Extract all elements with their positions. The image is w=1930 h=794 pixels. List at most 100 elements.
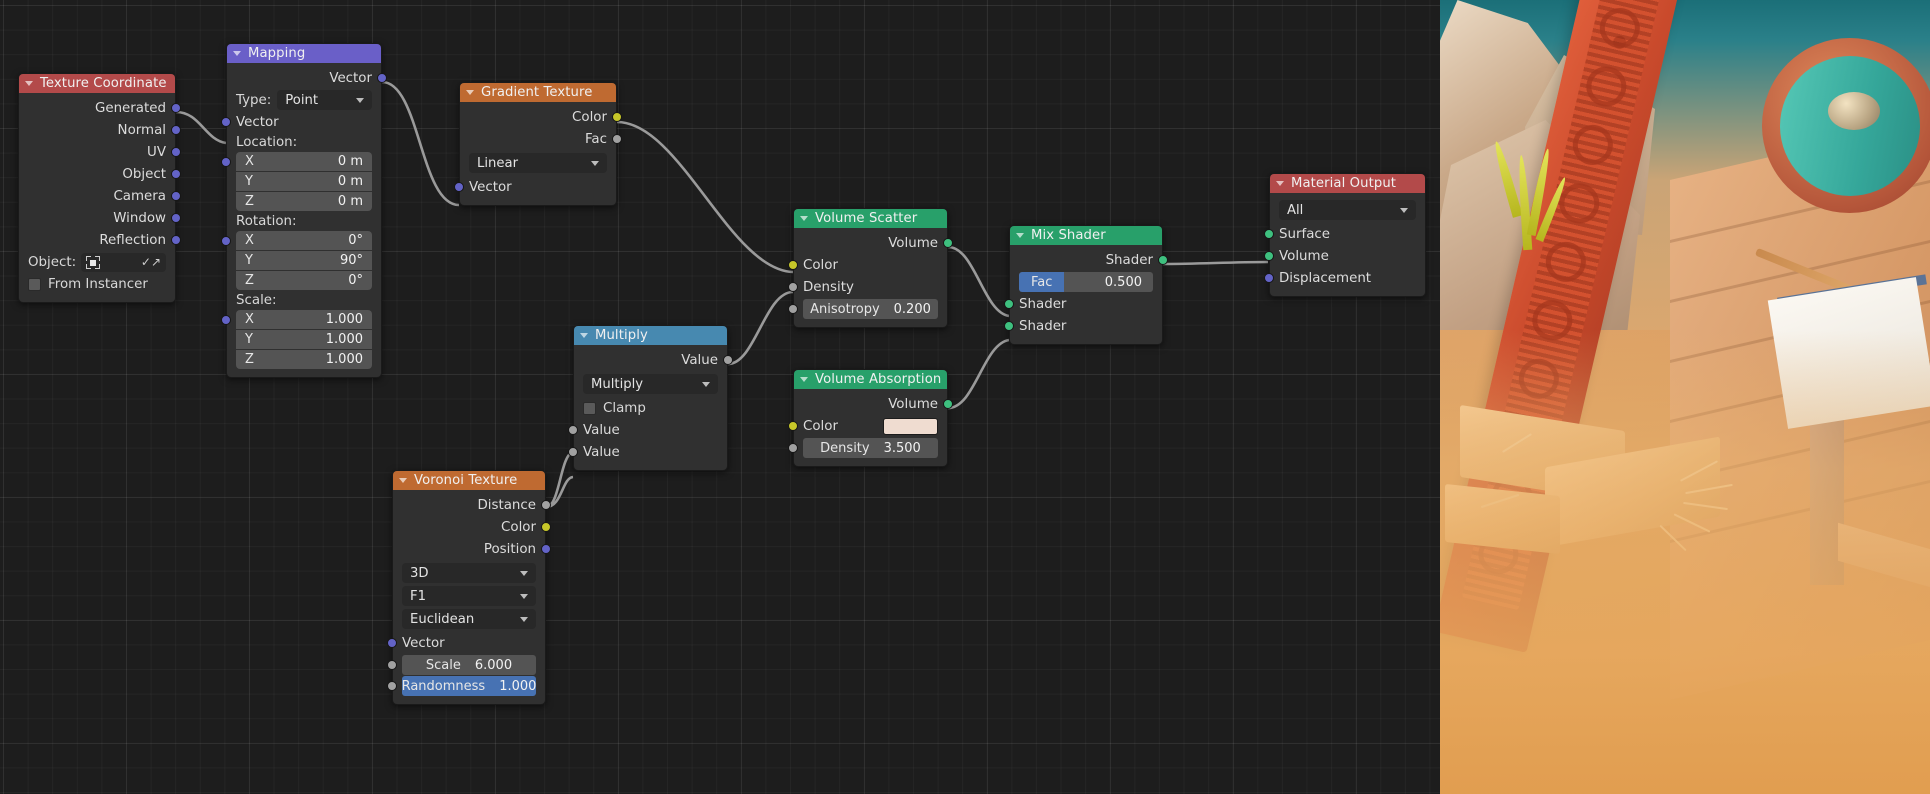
- input-vector[interactable]: Vector: [221, 111, 381, 133]
- collapse-triangle-icon[interactable]: [233, 51, 241, 56]
- output-fac[interactable]: Fac: [460, 128, 622, 150]
- node-volume-absorption[interactable]: Volume Absorption Volume Color Density 3…: [788, 369, 953, 467]
- output-uv[interactable]: UV: [19, 141, 181, 163]
- socket-distance[interactable]: [541, 500, 551, 510]
- socket-volume-out[interactable]: [943, 238, 953, 248]
- socket-uv[interactable]: [171, 147, 181, 157]
- node-voronoi-texture[interactable]: Voronoi Texture Distance Color Position …: [387, 470, 551, 705]
- input-volume[interactable]: Volume: [1264, 245, 1425, 267]
- socket-anisotropy[interactable]: [788, 304, 798, 314]
- input-vector[interactable]: Vector: [454, 176, 616, 198]
- node-mapping[interactable]: Mapping Vector Type: Point Vector Locati…: [221, 43, 387, 378]
- socket-rotation[interactable]: [221, 235, 231, 246]
- gradient-type-dropdown[interactable]: Linear: [469, 153, 607, 173]
- node-header-texture-coordinate[interactable]: Texture Coordinate: [19, 74, 175, 93]
- node-header-multiply[interactable]: Multiply: [574, 326, 727, 345]
- socket-scale[interactable]: [387, 660, 397, 670]
- operation-dropdown[interactable]: Multiply: [583, 374, 718, 394]
- output-reflection[interactable]: Reflection: [19, 229, 181, 251]
- eyedropper-icon[interactable]: ✓↗: [141, 255, 161, 269]
- anisotropy-field[interactable]: Anisotropy 0.200: [788, 299, 938, 319]
- socket-value-in-2[interactable]: [568, 447, 578, 457]
- collapse-triangle-icon[interactable]: [25, 81, 33, 86]
- socket-camera[interactable]: [171, 191, 181, 201]
- collapse-triangle-icon[interactable]: [800, 377, 808, 382]
- dimensions-dropdown[interactable]: 3D: [402, 563, 536, 583]
- socket-displacement[interactable]: [1264, 273, 1274, 283]
- type-row[interactable]: Type: Point: [227, 89, 381, 111]
- socket-color[interactable]: [541, 522, 551, 532]
- target-dropdown[interactable]: All: [1279, 200, 1416, 220]
- collapse-triangle-icon[interactable]: [800, 216, 808, 221]
- node-header-gradient-texture[interactable]: Gradient Texture: [460, 83, 616, 102]
- socket-surface[interactable]: [1264, 229, 1274, 239]
- socket-vector-in[interactable]: [387, 638, 397, 648]
- feature-dropdown[interactable]: F1: [402, 586, 536, 606]
- node-header-mapping[interactable]: Mapping: [227, 44, 381, 63]
- location-z-field[interactable]: Z 0 m: [236, 192, 372, 211]
- node-mix-shader[interactable]: Mix Shader Shader Fac 0.500 Shader Shade…: [1004, 225, 1168, 345]
- collapse-triangle-icon[interactable]: [1276, 181, 1284, 186]
- collapse-triangle-icon[interactable]: [580, 333, 588, 338]
- socket-color-in[interactable]: [788, 421, 798, 431]
- socket-shader-out[interactable]: [1158, 255, 1168, 265]
- socket-shader-in-1[interactable]: [1004, 299, 1014, 309]
- from-instancer-checkbox[interactable]: [28, 277, 41, 291]
- location-y-field[interactable]: Y 0 m: [236, 172, 372, 191]
- scale-field[interactable]: Scale 6.000: [387, 655, 536, 675]
- socket-window[interactable]: [171, 213, 181, 223]
- socket-value-in-1[interactable]: [568, 425, 578, 435]
- rotation-x-field[interactable]: X 0°: [221, 231, 372, 250]
- input-shader-1[interactable]: Shader: [1004, 293, 1162, 315]
- input-vector[interactable]: Vector: [387, 632, 545, 654]
- input-density[interactable]: Density: [788, 276, 947, 298]
- output-volume[interactable]: Volume: [794, 232, 953, 254]
- socket-reflection[interactable]: [171, 235, 181, 245]
- 3d-viewport-preview[interactable]: [1440, 0, 1930, 794]
- shader-node-editor[interactable]: Texture Coordinate Generated Normal UV O…: [0, 0, 1440, 794]
- density-field[interactable]: Density 3.500: [788, 438, 938, 458]
- rotation-z-field[interactable]: Z 0°: [236, 271, 372, 290]
- socket-normal[interactable]: [171, 125, 181, 135]
- output-value[interactable]: Value: [574, 349, 733, 371]
- socket-fac[interactable]: [612, 134, 622, 144]
- input-color[interactable]: Color: [788, 415, 947, 437]
- socket-color[interactable]: [612, 112, 622, 122]
- input-value-2[interactable]: Value: [568, 441, 727, 463]
- socket-location[interactable]: [221, 156, 231, 167]
- socket-position[interactable]: [541, 544, 551, 554]
- socket-color-in[interactable]: [788, 260, 798, 270]
- collapse-triangle-icon[interactable]: [1016, 233, 1024, 238]
- node-header-mix-shader[interactable]: Mix Shader: [1010, 226, 1162, 245]
- scale-y-field[interactable]: Y 1.000: [236, 330, 372, 349]
- socket-volume[interactable]: [1264, 251, 1274, 261]
- object-picker-row[interactable]: Object: ✓↗: [19, 251, 175, 273]
- node-header-material-output[interactable]: Material Output: [1270, 174, 1425, 193]
- socket-vector-out[interactable]: [377, 73, 387, 83]
- socket-object[interactable]: [171, 169, 181, 179]
- output-vector[interactable]: Vector: [227, 67, 387, 89]
- node-texture-coordinate[interactable]: Texture Coordinate Generated Normal UV O…: [18, 73, 181, 303]
- node-header-volume-scatter[interactable]: Volume Scatter: [794, 209, 947, 228]
- input-value-1[interactable]: Value: [568, 419, 727, 441]
- fac-field[interactable]: Fac 0.500: [1019, 272, 1153, 292]
- object-field[interactable]: ✓↗: [81, 252, 166, 272]
- type-dropdown[interactable]: Point: [277, 90, 372, 110]
- output-normal[interactable]: Normal: [19, 119, 181, 141]
- output-color[interactable]: Color: [393, 516, 551, 538]
- input-displacement[interactable]: Displacement: [1264, 267, 1425, 289]
- collapse-triangle-icon[interactable]: [466, 90, 474, 95]
- socket-volume-out[interactable]: [943, 399, 953, 409]
- output-window[interactable]: Window: [19, 207, 181, 229]
- location-x-field[interactable]: X 0 m: [221, 152, 372, 171]
- from-instancer-row[interactable]: From Instancer: [19, 273, 175, 295]
- scale-z-field[interactable]: Z 1.000: [236, 350, 372, 369]
- output-generated[interactable]: Generated: [19, 97, 181, 119]
- input-surface[interactable]: Surface: [1264, 223, 1425, 245]
- socket-density[interactable]: [788, 443, 798, 453]
- socket-vector-in[interactable]: [454, 182, 464, 192]
- scale-x-field[interactable]: X 1.000: [221, 310, 372, 329]
- socket-value-out[interactable]: [723, 355, 733, 365]
- node-header-volume-absorption[interactable]: Volume Absorption: [794, 370, 947, 389]
- output-color[interactable]: Color: [460, 106, 622, 128]
